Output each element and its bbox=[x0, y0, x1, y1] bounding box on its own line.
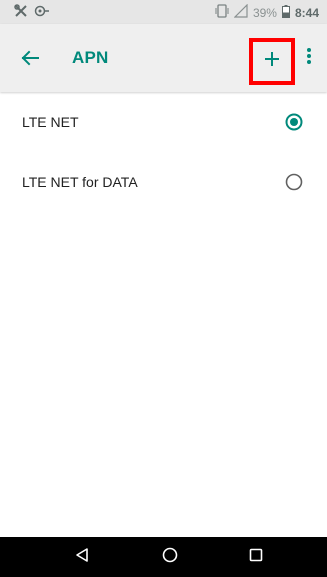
back-button[interactable] bbox=[18, 46, 42, 70]
signal-icon bbox=[233, 3, 248, 21]
apn-item-label: LTE NET bbox=[22, 114, 79, 130]
system-nav-bar bbox=[0, 537, 327, 577]
apn-item-label: LTE NET for DATA bbox=[22, 174, 138, 190]
nav-back-button[interactable] bbox=[70, 545, 94, 569]
home-circle-icon bbox=[162, 547, 178, 568]
battery-percent: 39% bbox=[252, 5, 277, 20]
radio-unselected-icon[interactable] bbox=[285, 173, 303, 191]
status-bar: 39% 8:44 bbox=[0, 0, 327, 24]
radio-selected-icon[interactable] bbox=[285, 113, 303, 131]
status-right-icons: 39% 8:44 bbox=[215, 3, 319, 21]
status-left-icons bbox=[14, 4, 50, 23]
battery-icon bbox=[281, 4, 290, 21]
apn-item-lte-net-for-data[interactable]: LTE NET for DATA bbox=[0, 152, 327, 212]
nav-home-button[interactable] bbox=[158, 545, 182, 569]
apn-item-lte-net[interactable]: LTE NET bbox=[0, 92, 327, 152]
clock: 8:44 bbox=[294, 5, 319, 20]
tools-icon bbox=[14, 4, 28, 23]
cast-icon bbox=[34, 4, 50, 23]
back-triangle-icon bbox=[74, 547, 90, 568]
page-title: APN bbox=[72, 48, 109, 67]
back-arrow-icon bbox=[18, 50, 42, 74]
add-apn-button[interactable] bbox=[249, 38, 295, 85]
vibrate-icon bbox=[215, 4, 229, 21]
more-options-button[interactable] bbox=[299, 46, 319, 70]
add-icon bbox=[263, 50, 281, 73]
more-vert-icon bbox=[306, 47, 312, 70]
recents-square-icon bbox=[248, 547, 264, 568]
nav-recents-button[interactable] bbox=[244, 545, 268, 569]
